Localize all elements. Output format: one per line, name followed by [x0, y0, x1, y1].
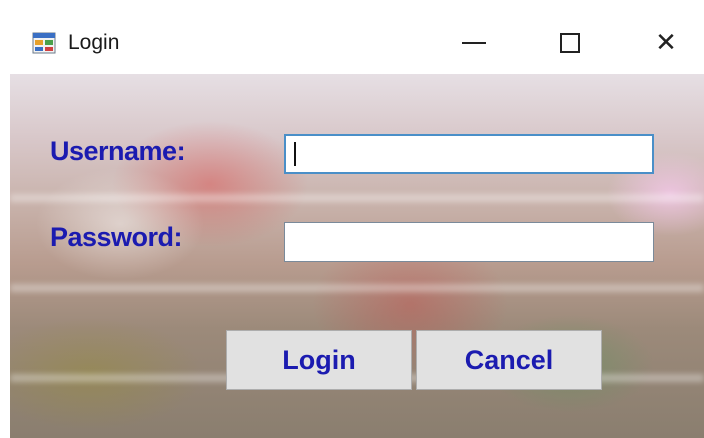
text-caret — [294, 142, 296, 166]
maximize-button[interactable] — [522, 18, 618, 68]
background-shelf — [10, 194, 704, 202]
login-window: Login ✕ Username: Password: Login Cancel — [10, 18, 704, 438]
close-button[interactable]: ✕ — [618, 18, 704, 68]
background-shelf — [10, 284, 704, 292]
login-button[interactable]: Login — [226, 330, 412, 390]
username-field[interactable] — [284, 134, 654, 174]
maximize-icon — [560, 33, 580, 53]
username-label: Username: — [50, 136, 186, 166]
password-label: Password: — [50, 222, 183, 252]
form-client-area: Username: Password: Login Cancel — [10, 74, 704, 438]
title-bar[interactable]: Login ✕ — [10, 18, 704, 74]
cancel-button[interactable]: Cancel — [416, 330, 602, 390]
minimize-icon — [462, 42, 486, 44]
close-icon: ✕ — [655, 28, 677, 58]
window-title: Login — [68, 31, 120, 54]
app-form-icon — [32, 32, 56, 54]
minimize-button[interactable] — [426, 18, 522, 68]
password-field[interactable] — [284, 222, 654, 262]
